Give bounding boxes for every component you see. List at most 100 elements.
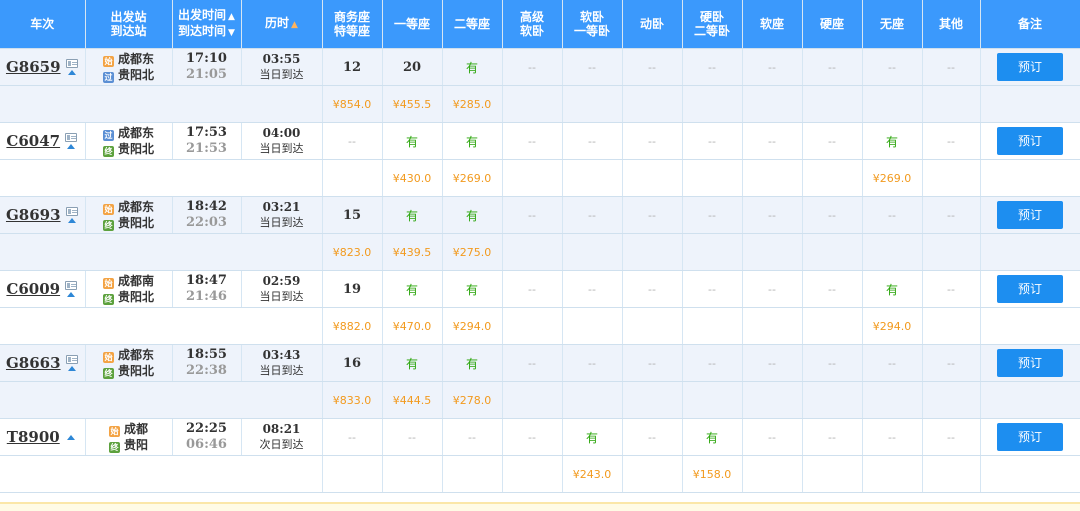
train-number-link[interactable]: T8900 (7, 428, 60, 446)
seat-availability-cell[interactable]: -- (802, 344, 863, 382)
seat-availability-cell[interactable]: -- (622, 344, 683, 382)
seat-availability-cell[interactable]: -- (862, 48, 923, 86)
seat-availability-cell[interactable]: 有 (382, 122, 443, 160)
triangle-up-icon[interactable] (67, 144, 76, 149)
triangle-up-icon[interactable] (66, 434, 75, 440)
seat-availability-cell[interactable]: -- (682, 344, 743, 382)
seat-availability-cell[interactable]: -- (562, 344, 623, 382)
seat-availability-cell[interactable]: -- (802, 196, 863, 234)
seat-availability-cell[interactable]: -- (922, 122, 981, 160)
seat-availability-cell[interactable]: -- (562, 48, 623, 86)
book-button[interactable]: 预订 (997, 275, 1063, 303)
triangle-up-icon[interactable] (67, 366, 76, 371)
seat-availability-cell[interactable]: -- (742, 344, 803, 382)
seat-availability-cell[interactable]: -- (622, 418, 683, 456)
price-cell: ¥430.0 (382, 159, 443, 197)
triangle-up-icon[interactable] (67, 70, 76, 75)
header-duration[interactable]: 历时 ▲ (241, 0, 323, 49)
id-card-icon[interactable] (65, 207, 78, 216)
id-card-icon[interactable] (65, 355, 78, 364)
seat-availability-cell[interactable]: 有 (382, 196, 443, 234)
seat-availability-cell[interactable]: -- (922, 344, 981, 382)
seat-availability-cell[interactable]: -- (742, 48, 803, 86)
seat-availability-cell[interactable]: -- (622, 196, 683, 234)
triangle-up-icon[interactable] (67, 218, 76, 223)
seat-availability-cell[interactable]: 15 (321, 196, 383, 234)
seat-availability-cell[interactable]: -- (922, 270, 981, 308)
seat-availability-cell[interactable]: -- (682, 270, 743, 308)
seat-availability-cell[interactable]: -- (922, 196, 981, 234)
seat-availability-cell[interactable]: -- (742, 196, 803, 234)
id-card-icon[interactable] (65, 281, 78, 290)
seat-availability-cell[interactable]: 有 (382, 270, 443, 308)
book-button[interactable]: 预订 (997, 53, 1063, 81)
triangle-up-icon[interactable] (67, 292, 76, 297)
seat-availability-cell[interactable]: -- (802, 418, 863, 456)
id-card-icon[interactable] (65, 59, 78, 68)
seat-availability-cell[interactable]: -- (622, 270, 683, 308)
seat-availability-cell[interactable]: 有 (442, 270, 503, 308)
book-button[interactable]: 预订 (997, 127, 1063, 155)
seat-availability-cell[interactable]: -- (922, 48, 981, 86)
seat-availability-cell[interactable]: 有 (862, 270, 923, 308)
sort-down-icon[interactable]: ▼ (228, 28, 235, 38)
book-button[interactable]: 预订 (997, 349, 1063, 377)
seat-availability-cell[interactable]: -- (862, 196, 923, 234)
train-number-link[interactable]: C6047 (6, 132, 60, 150)
header-train[interactable]: 车次 (0, 0, 86, 49)
sort-up-icon[interactable]: ▲ (228, 12, 235, 22)
header-stations[interactable]: 出发站 到达站 (85, 0, 173, 49)
seat-availability-cell[interactable]: -- (682, 122, 743, 160)
seat-availability-cell[interactable]: -- (742, 418, 803, 456)
seat-availability-cell[interactable]: -- (802, 270, 863, 308)
train-number-link[interactable]: C6009 (6, 280, 60, 298)
seat-availability-cell[interactable]: -- (321, 122, 383, 160)
seat-availability-cell[interactable]: -- (802, 122, 863, 160)
seat-availability-cell[interactable]: -- (562, 270, 623, 308)
seat-availability-cell[interactable]: 有 (442, 48, 503, 86)
train-number-link[interactable]: G8693 (6, 206, 61, 224)
seat-availability-cell[interactable]: -- (502, 196, 563, 234)
seat-availability-cell[interactable]: -- (742, 122, 803, 160)
seat-availability-cell[interactable]: -- (321, 418, 383, 456)
seat-availability-cell[interactable]: -- (682, 196, 743, 234)
seat-availability-cell[interactable]: -- (742, 270, 803, 308)
seat-availability-cell[interactable]: 有 (442, 344, 503, 382)
header-times[interactable]: 出发时间 ▲ 到达时间 ▼ (172, 0, 242, 49)
sort-up-icon[interactable]: ▲ (291, 20, 298, 30)
seat-availability-cell[interactable]: -- (382, 418, 443, 456)
seat-availability-cell[interactable]: 20 (382, 48, 443, 86)
arrival-time: 06:46 (186, 437, 227, 452)
seat-availability-cell[interactable]: 有 (442, 196, 503, 234)
book-button[interactable]: 预订 (997, 201, 1063, 229)
seat-availability-cell[interactable]: -- (622, 122, 683, 160)
seat-availability-cell[interactable]: -- (502, 270, 563, 308)
seat-availability-cell[interactable]: -- (562, 196, 623, 234)
seat-availability-cell[interactable]: -- (502, 122, 563, 160)
times-cell: 18:55 22:38 (172, 344, 242, 382)
seat-availability-cell[interactable]: 19 (321, 270, 383, 308)
seat-availability-cell[interactable]: -- (442, 418, 503, 456)
seat-availability-cell[interactable]: 有 (682, 418, 743, 456)
seat-availability-cell[interactable]: -- (622, 48, 683, 86)
book-button[interactable]: 预订 (997, 423, 1063, 451)
seat-availability-cell[interactable]: 有 (382, 344, 443, 382)
seat-availability-cell[interactable]: 有 (442, 122, 503, 160)
seat-availability-cell[interactable]: -- (502, 344, 563, 382)
seat-availability-cell[interactable]: -- (502, 418, 563, 456)
seat-availability-cell[interactable]: -- (862, 344, 923, 382)
seat-availability-cell[interactable]: -- (502, 48, 563, 86)
seat-availability-cell[interactable]: -- (922, 418, 981, 456)
train-number-link[interactable]: G8663 (6, 354, 61, 372)
action-cell: 预订 (980, 344, 1080, 382)
seat-availability-cell[interactable]: 16 (321, 344, 383, 382)
seat-availability-cell[interactable]: 12 (321, 48, 383, 86)
seat-availability-cell[interactable]: -- (802, 48, 863, 86)
seat-availability-cell[interactable]: 有 (862, 122, 923, 160)
train-number-link[interactable]: G8659 (6, 58, 61, 76)
seat-availability-cell[interactable]: 有 (562, 418, 623, 456)
seat-availability-cell[interactable]: -- (562, 122, 623, 160)
seat-availability-cell[interactable]: -- (862, 418, 923, 456)
id-card-icon[interactable] (65, 133, 78, 142)
seat-availability-cell[interactable]: -- (682, 48, 743, 86)
